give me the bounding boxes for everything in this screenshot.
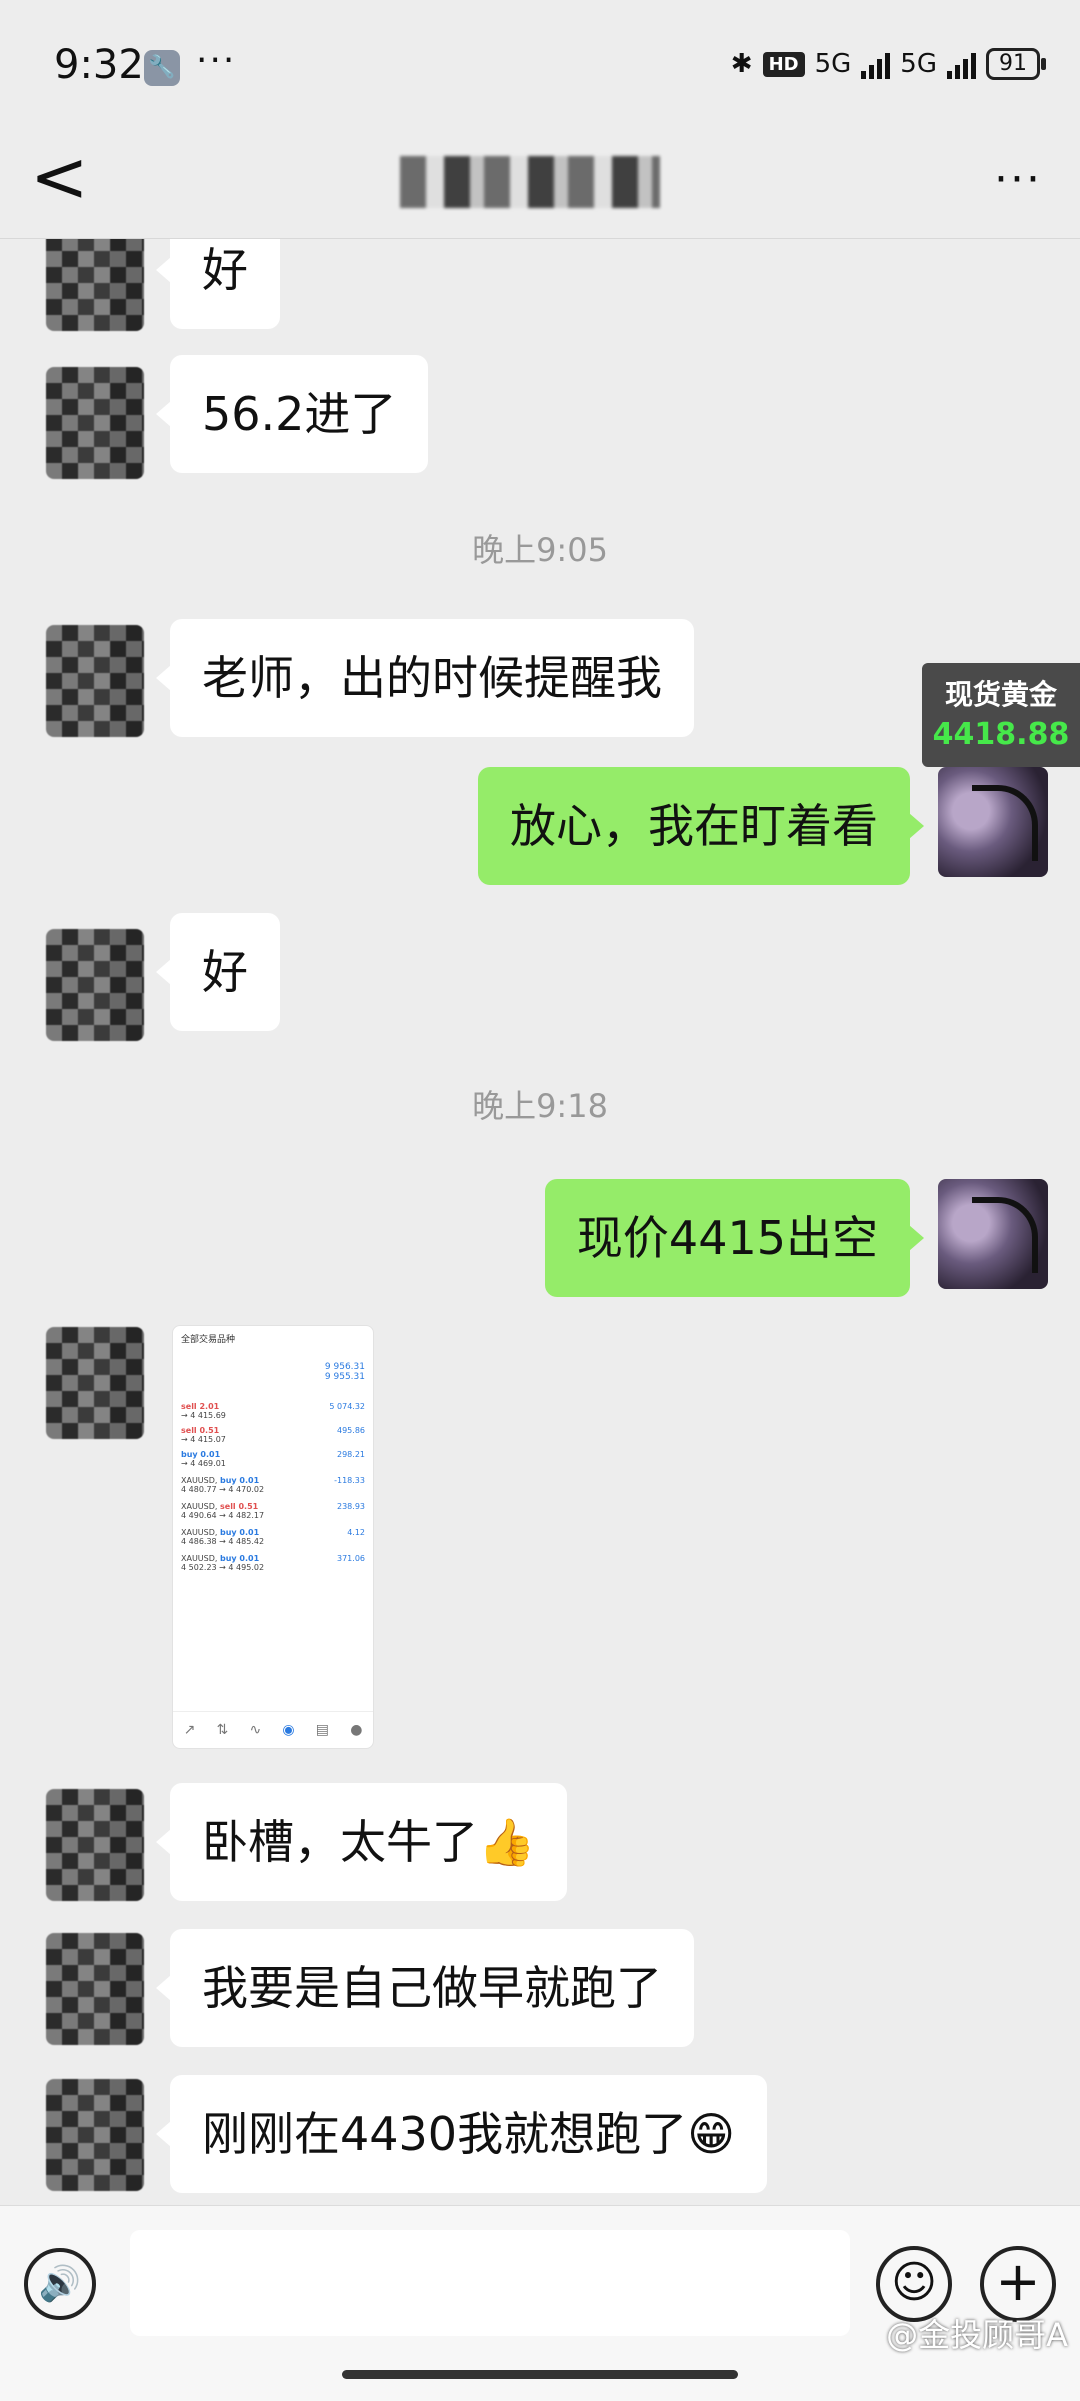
- my-avatar[interactable]: [938, 767, 1048, 877]
- thumb-tabbar: ↗ ⇅ ∿ ◉ ▤ ●: [173, 1711, 373, 1748]
- status-time: 9:32: [54, 42, 144, 88]
- thumb-row: XAUUSD, buy 0.01 4 480.77 → 4 470.02 -118.…: [181, 1476, 365, 1498]
- network-label-2: 5G: [900, 49, 937, 79]
- message-bubble[interactable]: 好: [156, 913, 280, 1031]
- bluetooth-icon: ✱: [730, 49, 753, 79]
- gold-price: 4418.88: [932, 717, 1070, 752]
- thumb-val: 238.93: [337, 1502, 365, 1511]
- thumb-tab-icon: ▤: [315, 1722, 329, 1738]
- thumb-val: 4.12: [347, 1528, 365, 1537]
- thumb-sym: XAUUSD,: [181, 1528, 218, 1537]
- thumb-row: XAUUSD, buy 0.01 4 502.23 → 4 495.02 371.0…: [181, 1554, 365, 1576]
- contact-avatar[interactable]: [46, 367, 144, 479]
- contact-avatar[interactable]: [46, 1933, 144, 2045]
- thumb-val: 298.21: [337, 1450, 365, 1459]
- thumb-range: 4 480.77 → 4 470.02: [181, 1485, 265, 1494]
- message-bubble-mine[interactable]: 现价4415出空: [544, 1179, 925, 1297]
- thumb-tab-icon: ∿: [249, 1722, 262, 1738]
- voice-icon[interactable]: 🔊: [24, 2248, 96, 2320]
- thumb-sym: XAUUSD,: [181, 1476, 218, 1485]
- wrench-icon: 🔧: [144, 50, 180, 86]
- thumb-range: 4 486.38 → 4 485.42: [181, 1537, 265, 1546]
- signal-icon: [947, 49, 976, 79]
- thumb-side: buy 0.01: [220, 1554, 260, 1563]
- thumb-range: → 4 415.07: [181, 1435, 226, 1444]
- thumb-side: sell 2.01: [181, 1402, 220, 1411]
- status-bar: 9:32 🔧 ··· ✱ HD 5G 5G 91: [0, 0, 1080, 140]
- message-bubble[interactable]: 56.2进了: [155, 355, 429, 473]
- timestamp: 晚上9:05: [472, 531, 608, 569]
- my-avatar[interactable]: [938, 1179, 1048, 1289]
- contact-avatar[interactable]: [46, 625, 144, 737]
- thumb-range: 4 490.64 → 4 482.17: [181, 1511, 265, 1520]
- image-message[interactable]: 全部交易品种 9 956.31 9 955.31 sell 2.01 → 4 41…: [172, 1325, 374, 1749]
- thumb-val: 495.86: [337, 1426, 365, 1435]
- thumb-tab-icon: ↗: [183, 1722, 196, 1738]
- thumb-val: -118.33: [334, 1476, 365, 1485]
- contact-avatar[interactable]: [46, 929, 144, 1041]
- contact-avatar[interactable]: [46, 2079, 144, 2191]
- status-indicators: ✱ HD 5G 5G 91: [730, 48, 1046, 80]
- thumb-side: sell 0.51: [181, 1426, 220, 1435]
- status-more: ···: [196, 40, 237, 81]
- back-icon[interactable]: <: [30, 142, 89, 212]
- thumb-row: sell 0.51 → 4 415.07 495.86: [181, 1426, 365, 1448]
- thumb-sym: XAUUSD,: [181, 1554, 218, 1563]
- thumb-range: → 4 415.69: [181, 1411, 226, 1420]
- gold-label: 现货黄金: [944, 678, 1057, 711]
- thumb-tab-icon: ◉: [282, 1722, 295, 1738]
- thumb-header: 全部交易品种: [181, 1335, 236, 1345]
- watermark: @金投顾哥A: [886, 2316, 1068, 2354]
- message-bubble[interactable]: 好: [156, 239, 280, 329]
- thumb-balance: 9 956.31 9 955.31: [325, 1362, 365, 1382]
- thumb-balance-2: 9 955.31: [324, 1372, 365, 1382]
- chat-header: < ···: [0, 120, 1080, 238]
- signal-icon: [861, 49, 891, 79]
- thumb-row: XAUUSD, buy 0.01 4 486.38 → 4 485.42 4.12: [181, 1528, 365, 1550]
- thumb-row: XAUUSD, sell 0.51 4 490.64 → 4 482.17 238.…: [181, 1502, 365, 1524]
- message-bubble-mine[interactable]: 放心，我在盯着看: [478, 767, 924, 885]
- thumb-side: buy 0.01: [220, 1476, 260, 1485]
- thumb-side: buy 0.01: [181, 1450, 221, 1459]
- timestamp: 晚上9:18: [472, 1087, 608, 1125]
- home-indicator[interactable]: [342, 2370, 738, 2379]
- more-icon[interactable]: ···: [994, 154, 1042, 205]
- thumb-val: 5 074.32: [329, 1402, 365, 1411]
- thumb-tab-icon: ●: [350, 1722, 363, 1738]
- network-label-1: 5G: [814, 49, 852, 79]
- hd-icon: HD: [762, 51, 805, 77]
- thumb-val: 371.06: [337, 1554, 365, 1563]
- contact-avatar[interactable]: [46, 1327, 144, 1439]
- thumb-tab-icon: ⇅: [216, 1722, 229, 1738]
- message-bubble[interactable]: 老师，出的时候提醒我: [156, 619, 694, 737]
- thumb-row: buy 0.01 → 4 469.01 298.21: [181, 1450, 365, 1472]
- message-bubble[interactable]: 我要是自己做早就跑了: [156, 1929, 694, 2047]
- chat-title-pixelated: [400, 156, 660, 208]
- thumb-balance-1: 9 956.31: [324, 1362, 365, 1372]
- message-bubble[interactable]: 卧槽，太牛了👍: [155, 1783, 568, 1901]
- contact-avatar[interactable]: [46, 239, 144, 331]
- thumb-range: → 4 469.01: [181, 1459, 226, 1468]
- message-input[interactable]: [130, 2230, 850, 2336]
- thumb-range: 4 502.23 → 4 495.02: [181, 1563, 265, 1572]
- gold-price-widget[interactable]: 现货黄金 4418.88: [922, 663, 1080, 767]
- battery-icon: 91: [986, 48, 1046, 80]
- message-bubble[interactable]: 刚刚在4430我就想跑了😁: [155, 2075, 768, 2193]
- contact-avatar[interactable]: [46, 1789, 144, 1901]
- chat-messages[interactable]: 好 56.2进了 晚上9:05 老师，出的时候提醒我 放心，我在盯着看 好 晚上…: [0, 239, 1080, 2205]
- thumb-sym: XAUUSD,: [181, 1502, 218, 1511]
- thumb-row: sell 2.01 → 4 415.69 5 074.32: [181, 1402, 365, 1424]
- thumb-side: buy 0.01: [220, 1528, 260, 1537]
- thumb-side: sell 0.51: [220, 1502, 259, 1511]
